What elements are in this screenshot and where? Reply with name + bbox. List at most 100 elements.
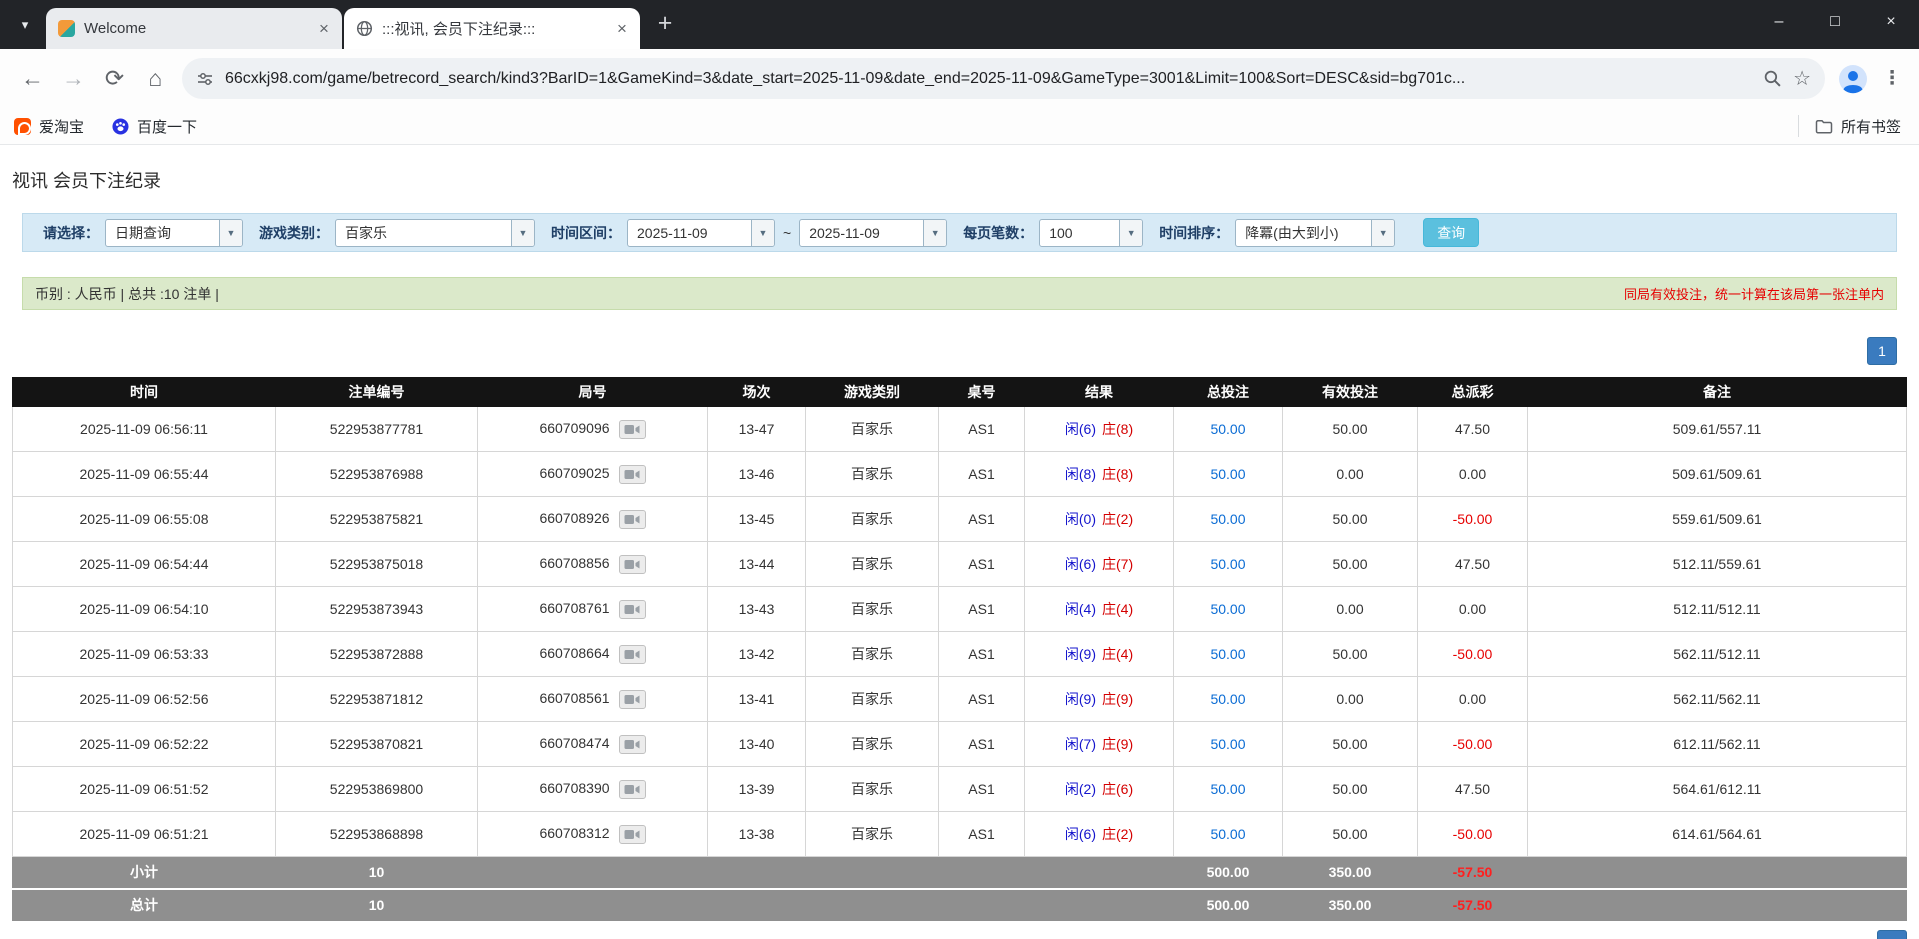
pagination-top: 1 (22, 337, 1897, 365)
all-bookmarks-button[interactable]: 所有书签 (1815, 116, 1901, 137)
table-header-row: 时间注单编号局号场次游戏类别桌号结果总投注有效投注总派彩备注 (13, 378, 1907, 407)
video-replay-icon[interactable] (619, 600, 646, 619)
valid-bet-cell: 0.00 (1283, 587, 1418, 632)
payout-cell: 0.00 (1418, 587, 1528, 632)
tab-close-icon[interactable]: × (314, 19, 334, 39)
total-payout-cell: -57.50 (1418, 889, 1528, 921)
total-bet-cell: 50.00 (1174, 407, 1283, 452)
bookmark-baidu[interactable]: 百度一下 (112, 116, 197, 137)
tab-welcome[interactable]: Welcome × (46, 8, 342, 49)
tab-title: Welcome (84, 20, 305, 37)
total-bet-link[interactable]: 50.00 (1210, 511, 1245, 527)
banker-result: 庄(9) (1102, 736, 1133, 752)
profile-avatar[interactable] (1835, 61, 1871, 97)
minimize-button[interactable]: – (1751, 0, 1807, 44)
browser-menu-icon[interactable]: ⋮ (1877, 61, 1907, 97)
page-number-button[interactable]: 1 (1877, 930, 1907, 939)
total-bet-link[interactable]: 50.00 (1210, 781, 1245, 797)
page-size-select[interactable]: 100 ▼ (1039, 219, 1143, 247)
column-header: 总投注 (1174, 378, 1283, 407)
bookmark-label: 爱淘宝 (39, 116, 84, 137)
session-cell: 13-40 (708, 722, 806, 767)
sort-select[interactable]: 降冪(由大到小) ▼ (1235, 219, 1395, 247)
video-replay-icon[interactable] (619, 465, 646, 484)
table-no-cell: AS1 (939, 497, 1025, 542)
banker-result: 庄(2) (1102, 826, 1133, 842)
player-result: 闲(6) (1065, 421, 1096, 437)
bookmark-aitaobao[interactable]: 爱淘宝 (14, 116, 84, 137)
valid-bet-cell: 50.00 (1283, 542, 1418, 587)
session-cell: 13-44 (708, 542, 806, 587)
chevron-down-icon[interactable]: ▼ (511, 220, 534, 246)
session-cell: 13-39 (708, 767, 806, 812)
result-cell: 闲(9)庄(9) (1025, 677, 1174, 722)
result-cell: 闲(2)庄(6) (1025, 767, 1174, 812)
all-bookmarks-label: 所有书签 (1841, 116, 1901, 137)
tab-betrecord[interactable]: :::视讯, 会员下注纪录::: × (344, 8, 640, 49)
total-bet-link[interactable]: 50.00 (1210, 826, 1245, 842)
time-cell: 2025-11-09 06:52:56 (13, 677, 276, 722)
chevron-down-icon[interactable]: ▼ (751, 220, 774, 246)
bookmark-label: 百度一下 (137, 116, 197, 137)
window-close-button[interactable]: × (1863, 0, 1919, 44)
game-type-cell: 百家乐 (806, 407, 939, 452)
date-type-select[interactable]: 日期查询 ▼ (105, 219, 243, 247)
taobao-icon (14, 118, 31, 135)
session-cell: 13-38 (708, 812, 806, 857)
chevron-down-icon[interactable]: ▼ (219, 220, 242, 246)
round-id: 660708474 (539, 735, 609, 751)
video-replay-icon[interactable] (619, 825, 646, 844)
total-bet-link[interactable]: 50.00 (1210, 691, 1245, 707)
tab-close-icon[interactable]: × (612, 19, 632, 39)
game-type-select[interactable]: 百家乐 ▼ (335, 219, 535, 247)
video-replay-icon[interactable] (619, 420, 646, 439)
subtotal-count-cell: 10 (276, 857, 478, 889)
total-bet-link[interactable]: 50.00 (1210, 646, 1245, 662)
total-bet-link[interactable]: 50.00 (1210, 421, 1245, 437)
total-bet-cell: 50.00 (1174, 767, 1283, 812)
tab-search-button[interactable]: ▾ (10, 10, 40, 40)
forward-button[interactable]: → (53, 58, 94, 99)
maximize-button[interactable]: □ (1807, 0, 1863, 44)
new-tab-button[interactable]: + (650, 8, 680, 38)
bookmark-star-icon[interactable]: ☆ (1793, 66, 1811, 91)
site-settings-icon[interactable] (196, 70, 214, 88)
refresh-button[interactable]: ⟳ (94, 58, 135, 99)
summary-right-notice: 同局有效投注，统一计算在该局第一张注单内 (1624, 284, 1884, 303)
date-start-select[interactable]: 2025-11-09 ▼ (627, 219, 775, 247)
sort-value: 降冪(由大到小) (1236, 223, 1371, 243)
column-header: 游戏类别 (806, 378, 939, 407)
back-button[interactable]: ← (12, 58, 53, 99)
date-end-select[interactable]: 2025-11-09 ▼ (799, 219, 947, 247)
total-bet-link[interactable]: 50.00 (1210, 736, 1245, 752)
video-replay-icon[interactable] (619, 555, 646, 574)
table-no-cell: AS1 (939, 632, 1025, 677)
empty-cell (708, 889, 806, 921)
total-bet-link[interactable]: 50.00 (1210, 601, 1245, 617)
video-replay-icon[interactable] (619, 780, 646, 799)
chevron-down-icon[interactable]: ▼ (923, 220, 946, 246)
round-id: 660709096 (539, 420, 609, 436)
total-bet-link[interactable]: 50.00 (1210, 556, 1245, 572)
session-cell: 13-41 (708, 677, 806, 722)
page-number-button[interactable]: 1 (1867, 337, 1897, 365)
zoom-icon[interactable] (1763, 69, 1782, 88)
chevron-down-icon[interactable]: ▼ (1119, 220, 1142, 246)
total-bet-link[interactable]: 50.00 (1210, 466, 1245, 482)
address-bar[interactable]: 66cxkj98.com/game/betrecord_search/kind3… (182, 58, 1825, 99)
video-replay-icon[interactable] (619, 645, 646, 664)
video-replay-icon[interactable] (619, 690, 646, 709)
note-cell: 562.11/562.11 (1528, 677, 1907, 722)
video-replay-icon[interactable] (619, 510, 646, 529)
video-replay-icon[interactable] (619, 735, 646, 754)
chevron-down-icon[interactable]: ▼ (1371, 220, 1394, 246)
column-header: 局号 (478, 378, 708, 407)
time-cell: 2025-11-09 06:55:44 (13, 452, 276, 497)
player-result: 闲(8) (1065, 466, 1096, 482)
round-id: 660708761 (539, 600, 609, 616)
home-button[interactable]: ⌂ (135, 58, 176, 99)
search-button[interactable]: 查询 (1423, 218, 1479, 247)
url-text[interactable]: 66cxkj98.com/game/betrecord_search/kind3… (225, 70, 1752, 88)
column-header: 时间 (13, 378, 276, 407)
banker-result: 庄(6) (1102, 781, 1133, 797)
